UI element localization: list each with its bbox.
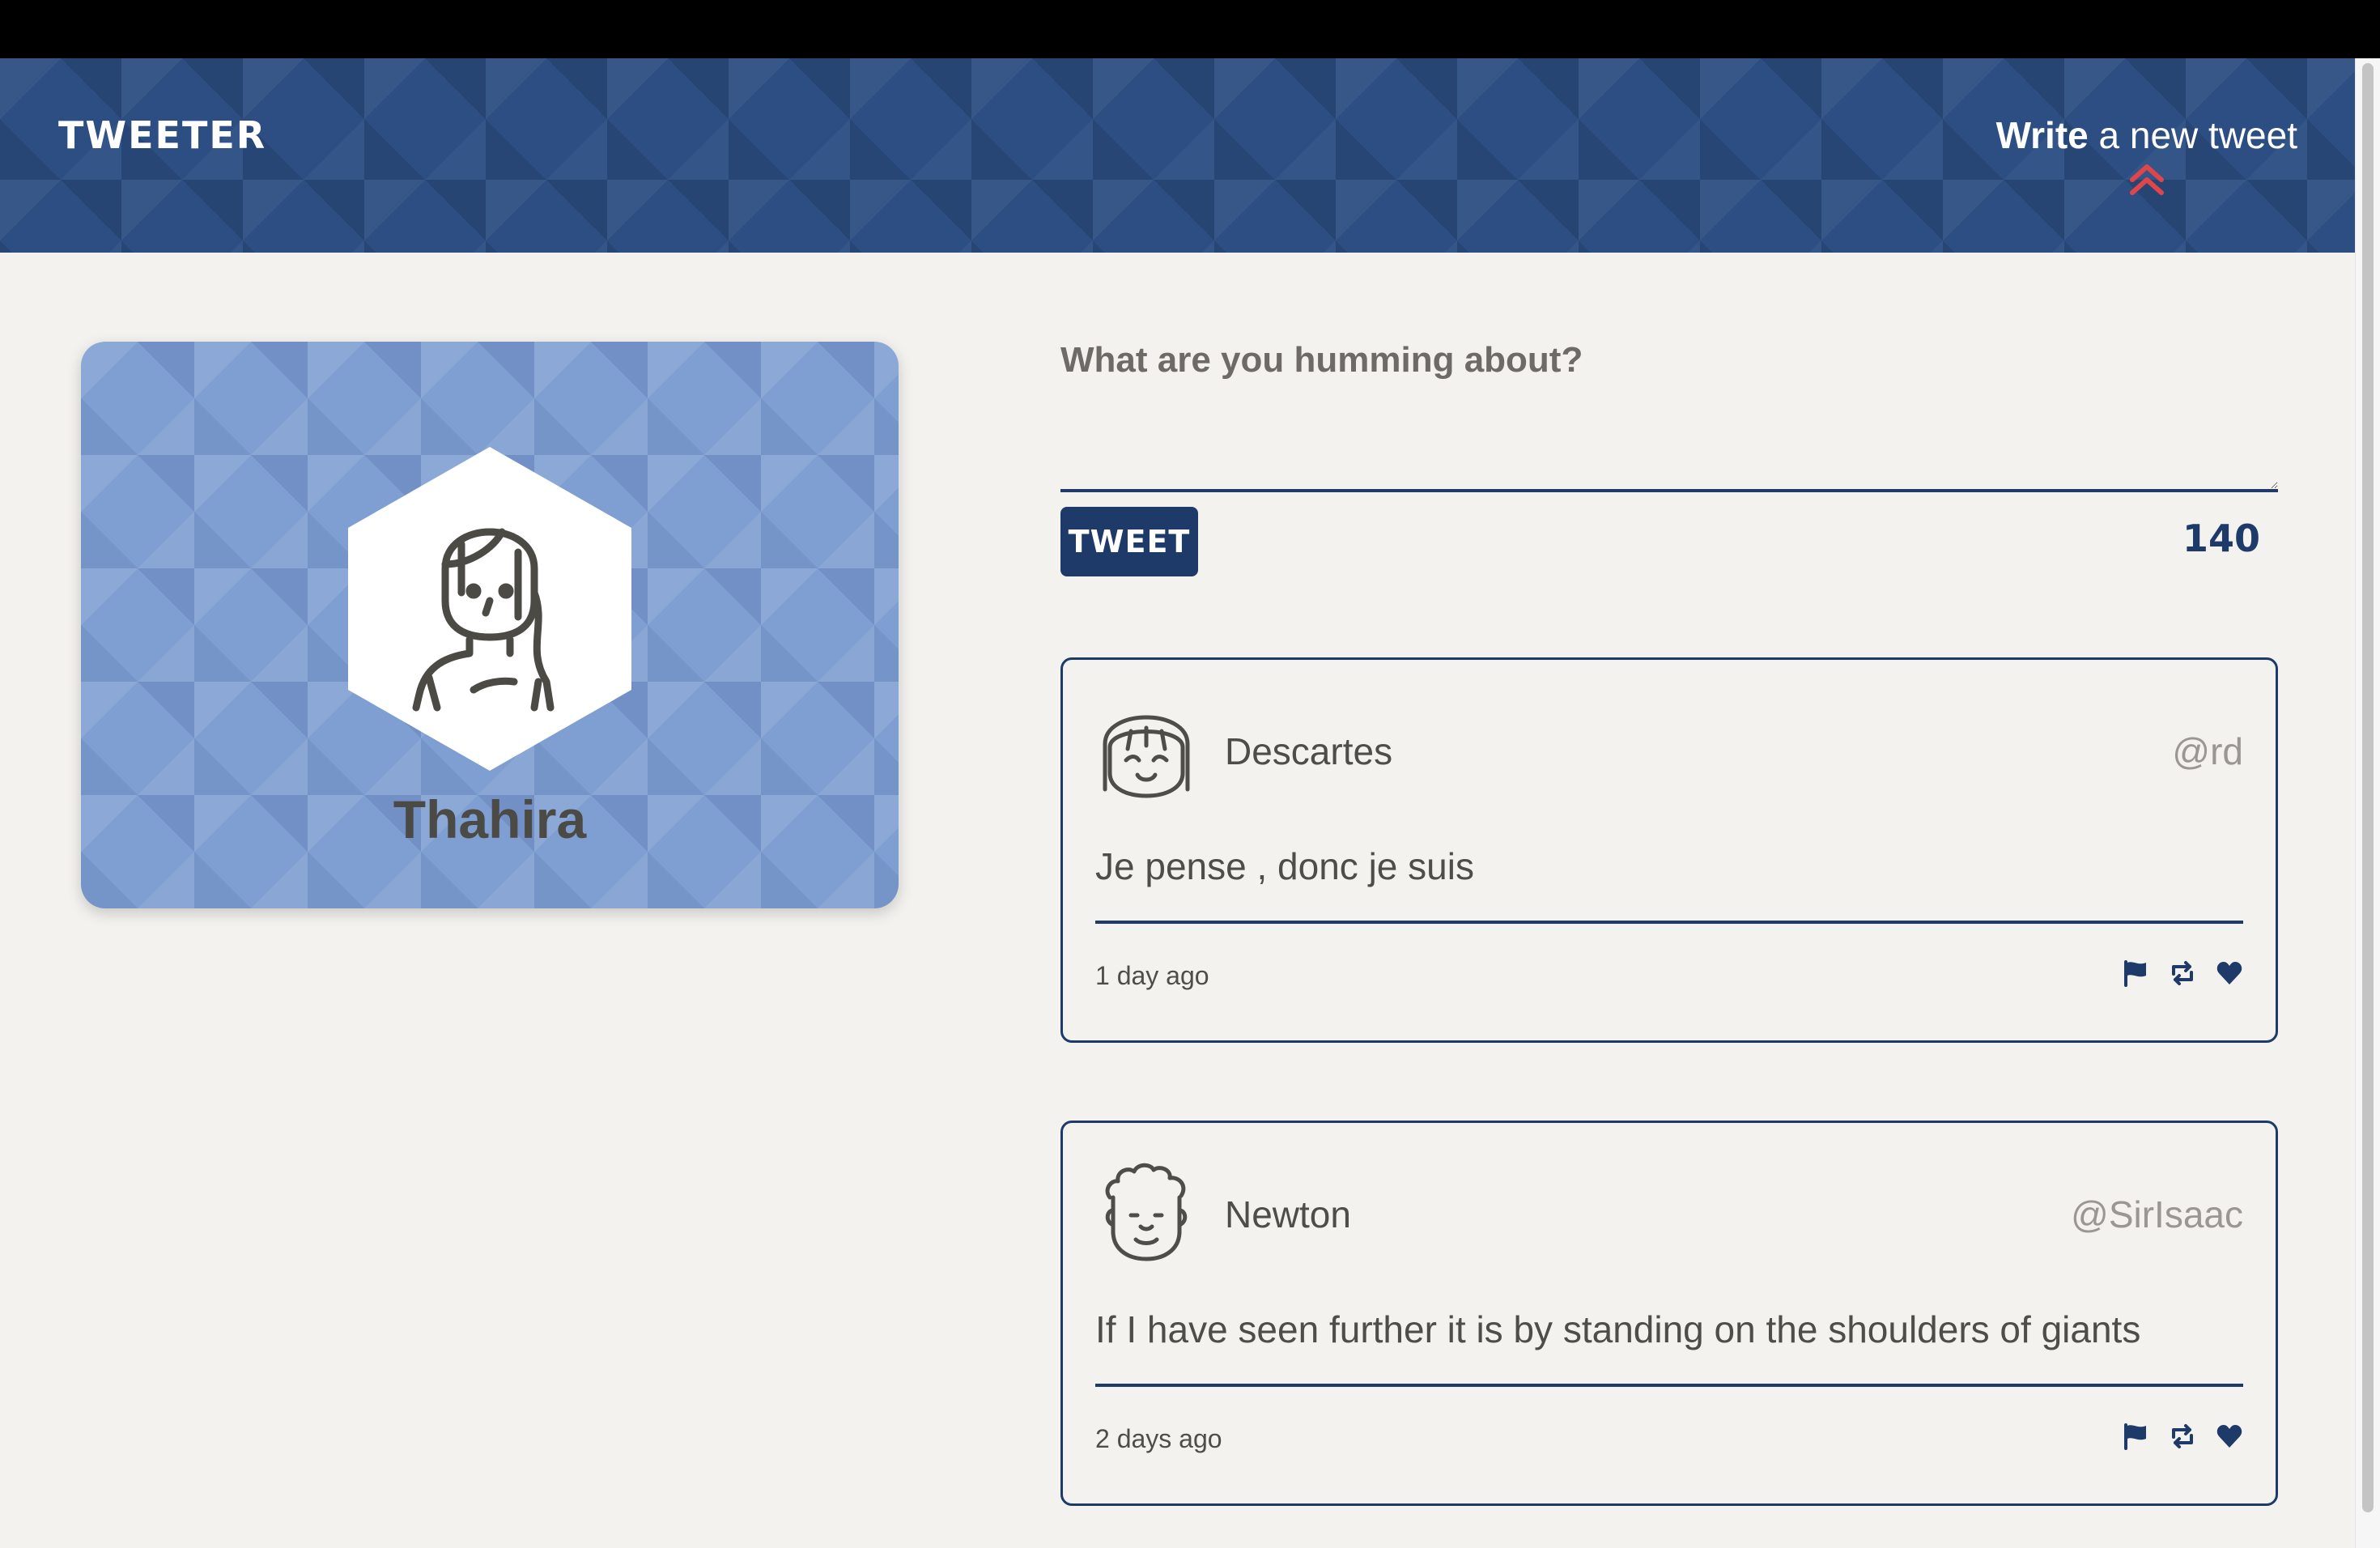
tweet-card: Descartes @rd Je pense , donc je suis 1 … — [1060, 657, 2278, 1043]
character-counter: 140 — [2182, 517, 2260, 560]
boy-avatar-icon — [1105, 1163, 1188, 1261]
retweet-icon[interactable] — [2169, 1423, 2196, 1450]
tweet-textarea[interactable] — [1060, 397, 2278, 492]
site-logo[interactable]: TWEETER — [58, 113, 266, 157]
browser-top-bar — [0, 0, 2380, 58]
compose-toggle-rest: a new tweet — [2088, 114, 2298, 156]
tweet-actions — [2122, 1423, 2243, 1450]
tweet-timestamp: 2 days ago — [1095, 1424, 1222, 1453]
page-scrollbar[interactable] — [2355, 58, 2380, 1548]
tweet-card: Newton @SirIsaac If I have seen further … — [1060, 1121, 2278, 1506]
profile-card: Thahira — [81, 342, 899, 908]
heart-icon[interactable] — [2216, 959, 2243, 987]
tweet-button[interactable]: TWEET — [1060, 507, 1198, 576]
tweet-author-handle[interactable]: @SirIsaac — [2071, 1193, 2243, 1236]
heart-icon[interactable] — [2216, 1423, 2243, 1450]
tweet-divider — [1095, 1384, 2243, 1387]
write-new-tweet-toggle[interactable]: Write a new tweet — [1996, 113, 2297, 198]
tweet-author-name[interactable]: Descartes — [1225, 729, 1392, 773]
girl-avatar-icon — [1103, 715, 1190, 798]
flag-icon[interactable] — [2122, 1423, 2149, 1450]
tweet-timestamp: 1 day ago — [1095, 961, 1209, 990]
app-frame: TWEETER Write a new tweet Thahira What a… — [0, 0, 2380, 1548]
double-chevron-up-icon[interactable] — [2127, 162, 2166, 198]
scrollbar-thumb[interactable] — [2362, 63, 2374, 1512]
tweet-author-handle[interactable]: @rd — [2172, 729, 2243, 773]
profile-name: Thahira — [393, 789, 587, 849]
tweet-text: If I have seen further it is by standing… — [1095, 1308, 2141, 1350]
woman-avatar-icon — [412, 528, 555, 712]
tweet-author-name[interactable]: Newton — [1225, 1193, 1351, 1236]
tweet-text: Je pense , donc je suis — [1095, 845, 1474, 887]
avatar-hexagon — [348, 447, 631, 771]
retweet-icon[interactable] — [2169, 959, 2196, 987]
composer-label: What are you humming about? — [1060, 340, 1583, 380]
tweet-divider — [1095, 921, 2243, 924]
flag-icon[interactable] — [2122, 959, 2149, 987]
site-header: TWEETER Write a new tweet — [0, 58, 2356, 253]
compose-toggle-strong: Write — [1995, 114, 2089, 156]
tweet-actions — [2122, 959, 2243, 987]
